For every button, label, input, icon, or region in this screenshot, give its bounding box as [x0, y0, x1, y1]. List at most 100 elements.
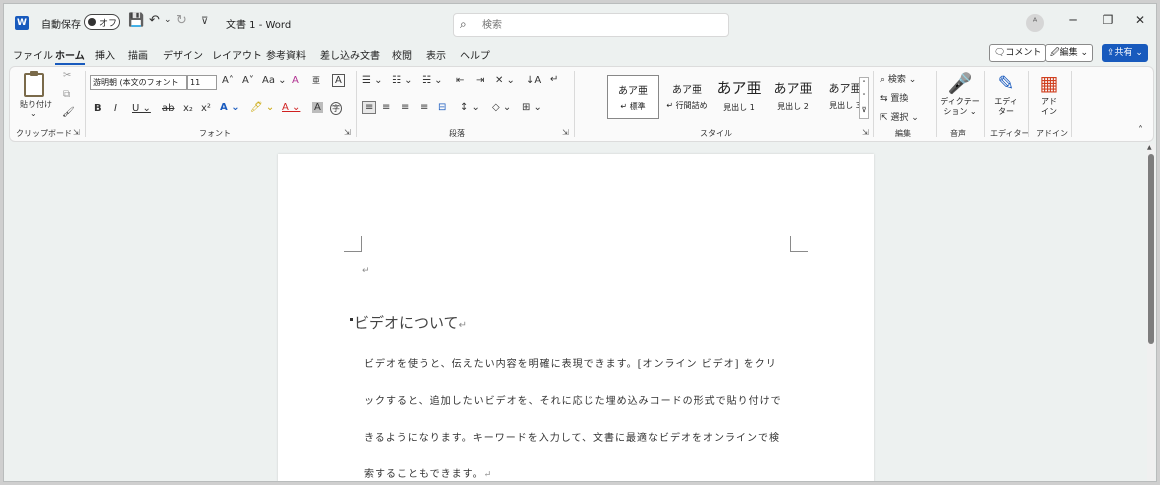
font-color-icon[interactable]: A ⌄ — [282, 102, 300, 113]
justify-button[interactable]: ≡ — [420, 102, 428, 113]
tab-file[interactable]: ファイル — [13, 47, 53, 62]
copy-icon[interactable]: ⧉ — [63, 89, 70, 100]
document-page[interactable]: ↵ ビデオについて↵ ビデオを使うと、伝えたい内容を明確に表現できます。[オンラ… — [278, 154, 874, 481]
tab-insert[interactable]: 挿入 — [95, 47, 115, 62]
format-painter-icon[interactable]: 🖌 — [62, 107, 75, 118]
decrease-indent-icon[interactable]: ⇤ — [456, 75, 464, 86]
borders-icon[interactable]: ⊞ ⌄ — [522, 102, 542, 113]
bullets-icon[interactable]: ☰ ⌄ — [362, 75, 383, 86]
font-group-label: フォント — [199, 129, 231, 138]
tab-mailings[interactable]: 差し込み文書 — [320, 47, 380, 62]
search-icon: ⌕ — [460, 17, 467, 31]
styles-scroll-up-icon[interactable]: ˄ — [860, 78, 868, 91]
sort-icon[interactable]: ↓A — [526, 75, 541, 86]
bold-button[interactable]: B — [94, 103, 102, 114]
tab-design[interactable]: デザイン — [163, 47, 203, 62]
styles-scroll-down-icon[interactable]: ˅ — [860, 91, 868, 104]
shrink-font-icon[interactable]: A˅ — [242, 75, 254, 86]
font-name-select[interactable]: 游明朝 (本文のフォント — [90, 75, 187, 90]
customize-qat-icon[interactable]: ⊽ — [201, 16, 208, 27]
vertical-scrollbar[interactable]: ▲ — [1147, 144, 1155, 481]
subscript-button[interactable]: x₂ — [183, 103, 193, 114]
paragraph-launcher-icon[interactable]: ⇲ — [562, 128, 569, 137]
share-button[interactable]: ⇪共有 ⌄ — [1102, 44, 1148, 62]
asian-layout-icon[interactable]: ✕ ⌄ — [495, 75, 515, 86]
addins-button[interactable]: ▦ アド イン — [1032, 71, 1066, 117]
grow-font-icon[interactable]: A˄ — [222, 75, 234, 86]
select-button[interactable]: ⇱ 選択 ⌄ — [880, 110, 919, 123]
restore-icon[interactable]: ❐ — [1098, 13, 1118, 27]
align-right-button[interactable]: ≡ — [401, 102, 409, 113]
increase-indent-icon[interactable]: ⇥ — [476, 75, 484, 86]
tab-help[interactable]: ヘルプ — [460, 47, 490, 62]
search-input[interactable] — [482, 17, 722, 33]
multilevel-list-icon[interactable]: ☵ ⌄ — [422, 75, 443, 86]
underline-button[interactable]: U ⌄ — [132, 103, 151, 114]
style-no-spacing[interactable]: あア亜 ↵ 行間詰め — [661, 75, 713, 119]
font-launcher-icon[interactable]: ⇲ — [344, 128, 351, 137]
tab-draw[interactable]: 描画 — [128, 47, 148, 62]
autosave-toggle[interactable]: オフ — [84, 14, 120, 30]
align-left-button[interactable]: ≡ — [362, 101, 377, 114]
numbering-icon[interactable]: ☷ ⌄ — [392, 75, 413, 86]
paste-icon[interactable] — [24, 71, 44, 97]
superscript-button[interactable]: x² — [201, 103, 211, 114]
body-line[interactable]: ックすると、追加したいビデオを、それに応じた埋め込みコードの形式で貼り付けで — [364, 392, 782, 407]
style-heading-1[interactable]: あア亜 見出し 1 — [713, 75, 765, 119]
find-button[interactable]: ⌕ 検索 ⌄ — [880, 72, 916, 85]
body-line[interactable]: 索することもできます。↵ — [364, 465, 492, 480]
replace-button[interactable]: ⇆ 置換 — [880, 91, 908, 104]
font-size-select[interactable]: 11 — [187, 75, 217, 90]
cut-icon[interactable]: ✂ — [63, 70, 71, 81]
edit-mode-button[interactable]: 🖉編集 ⌄ — [1045, 44, 1093, 62]
styles-more-icon[interactable]: ⊽ — [860, 104, 868, 117]
tab-review[interactable]: 校閲 — [392, 47, 412, 62]
close-icon[interactable]: ✕ — [1130, 13, 1150, 27]
tab-view[interactable]: 表示 — [426, 47, 446, 62]
search-box[interactable]: ⌕ — [453, 13, 729, 37]
phonetic-guide-icon[interactable]: 亜 — [312, 75, 320, 86]
distributed-button[interactable]: ⊟ — [438, 102, 446, 113]
clipboard-launcher-icon[interactable]: ⇲ — [73, 128, 80, 137]
ribbon-tabs: ファイル ホーム 挿入 描画 デザイン レイアウト 参考資料 差し込み文書 校閲… — [4, 44, 1156, 66]
style-heading-2[interactable]: あア亜 見出し 2 — [767, 75, 819, 119]
undo-dropdown-icon[interactable]: ⌄ — [164, 15, 172, 25]
redo-icon[interactable]: ↻ — [176, 13, 187, 28]
editor-button[interactable]: ✎ エディ ター — [988, 71, 1024, 117]
scroll-up-icon[interactable]: ▲ — [1147, 144, 1152, 151]
character-border-icon[interactable]: A — [332, 74, 345, 87]
strikethrough-button[interactable]: ab — [162, 103, 174, 114]
minimize-icon[interactable]: ─ — [1063, 13, 1083, 27]
italic-button[interactable]: I — [114, 103, 117, 114]
body-line[interactable]: ビデオを使うと、伝えたい内容を明確に表現できます。[オンライン ビデオ] をクリ — [364, 355, 777, 370]
align-center-button[interactable]: ≡ — [382, 102, 390, 113]
change-case-icon[interactable]: Aa ⌄ — [262, 75, 287, 86]
enclose-characters-icon[interactable]: 字 — [330, 102, 342, 115]
tab-home[interactable]: ホーム — [55, 47, 85, 65]
heading-text[interactable]: ビデオについて↵ — [350, 312, 467, 333]
tab-layout[interactable]: レイアウト — [212, 47, 262, 62]
scrollbar-thumb[interactable] — [1148, 154, 1154, 344]
collapse-ribbon-icon[interactable]: ˄ — [1138, 125, 1143, 136]
style-normal[interactable]: あア亜 ↵ 標準 — [607, 75, 659, 119]
tab-references[interactable]: 参考資料 — [266, 47, 306, 62]
highlight-icon[interactable]: 🖊 ⌄ — [250, 102, 274, 113]
style-name: ↵ 標準 — [620, 102, 646, 111]
ribbon: 貼り付け ⌄ ✂ ⧉ 🖌 クリップボード ⇲ 游明朝 (本文のフォント 11 A… — [9, 66, 1154, 142]
dictate-button[interactable]: 🎤 ディクテー ション ⌄ — [940, 71, 980, 117]
body-line[interactable]: きるようになります。キーワードを入力して、文書に最適なビデオをオンラインで検 — [364, 429, 780, 444]
styles-launcher-icon[interactable]: ⇲ — [862, 128, 869, 137]
clear-formatting-icon[interactable]: A — [292, 75, 299, 86]
save-icon[interactable]: 💾 — [128, 13, 144, 28]
show-marks-icon[interactable]: ↵ — [550, 74, 558, 85]
account-avatar[interactable]: ᴬ — [1026, 14, 1044, 32]
undo-icon[interactable]: ↶ — [149, 13, 160, 28]
text-effects-icon[interactable]: A ⌄ — [220, 102, 240, 113]
paragraph-shading-icon[interactable]: ◇ ⌄ — [492, 102, 511, 113]
comment-button[interactable]: 🗨コメント — [989, 44, 1047, 62]
paragraph-mark: ↵ — [483, 470, 493, 480]
character-shading-icon[interactable]: A — [312, 102, 323, 113]
editor-label: エディ ター — [994, 97, 1018, 116]
line-spacing-icon[interactable]: ↕ ⌄ — [460, 102, 480, 113]
paste-dropdown-icon[interactable]: ⌄ — [30, 109, 37, 118]
